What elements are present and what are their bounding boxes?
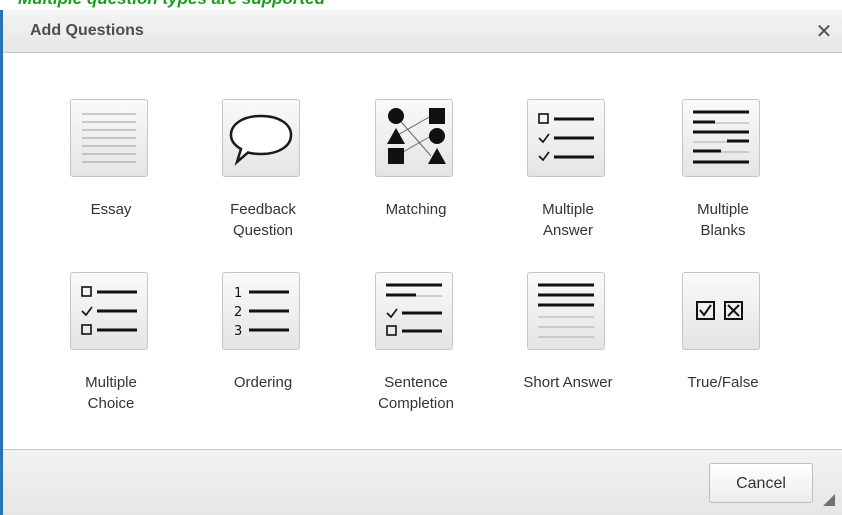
question-type-label: Short Answer: [523, 374, 613, 391]
checklist-icon: [527, 99, 605, 177]
page-header-fragment: Multiple question types are supported: [0, 0, 842, 10]
question-type-label: Multiple Answer: [542, 201, 594, 239]
question-type-multiple-answer[interactable]: Multiple Answer: [503, 99, 633, 249]
true-false-icon: [682, 272, 760, 350]
numbered-list-icon: 1 2 3: [222, 272, 300, 350]
question-type-matching[interactable]: Matching: [351, 99, 481, 249]
question-type-ordering[interactable]: 1 2 3 Ordering: [198, 272, 328, 422]
question-type-label: Ordering: [233, 374, 293, 391]
essay-icon: [70, 99, 148, 177]
question-type-label: Matching: [385, 201, 447, 218]
svg-text:2: 2: [234, 305, 242, 320]
question-type-label: Feedback Question: [230, 201, 296, 239]
short-answer-icon: [527, 272, 605, 350]
dialog-title: Add Questions: [30, 22, 144, 39]
dialog-footer: Cancel: [3, 449, 842, 515]
close-icon[interactable]: ✕: [812, 18, 836, 44]
matching-shapes-icon: [375, 99, 453, 177]
question-type-sentence-completion[interactable]: Sentence Completion: [351, 272, 481, 422]
question-type-label: Multiple Choice: [85, 374, 137, 412]
question-type-label: Essay: [90, 201, 132, 218]
choice-list-icon: [70, 272, 148, 350]
question-type-multiple-choice[interactable]: Multiple Choice: [46, 272, 176, 422]
resize-grip-icon[interactable]: [823, 494, 835, 506]
question-type-label: Multiple Blanks: [697, 201, 749, 239]
question-type-feedback[interactable]: Feedback Question: [198, 99, 328, 249]
question-type-label: Sentence Completion: [378, 374, 454, 412]
cancel-button[interactable]: Cancel: [709, 463, 813, 503]
svg-text:3: 3: [234, 324, 242, 339]
question-type-grid: Essay Feedback Question Matching Multipl…: [3, 53, 842, 451]
question-type-multiple-blanks[interactable]: Multiple Blanks: [658, 99, 788, 249]
sentence-completion-icon: [375, 272, 453, 350]
question-type-essay[interactable]: Essay: [46, 99, 176, 249]
speech-bubble-icon: [222, 99, 300, 177]
dialog-titlebar: Add Questions ✕: [3, 10, 842, 53]
page-header-text: Multiple question types are supported: [18, 0, 325, 9]
add-questions-dialog: Add Questions ✕ Essay Feedback Question …: [0, 10, 842, 515]
question-type-short-answer[interactable]: Short Answer: [503, 272, 633, 422]
blank-lines-icon: [682, 99, 760, 177]
svg-text:1: 1: [234, 286, 242, 301]
question-type-true-false[interactable]: True/False: [658, 272, 788, 422]
question-type-label: True/False: [687, 374, 759, 391]
